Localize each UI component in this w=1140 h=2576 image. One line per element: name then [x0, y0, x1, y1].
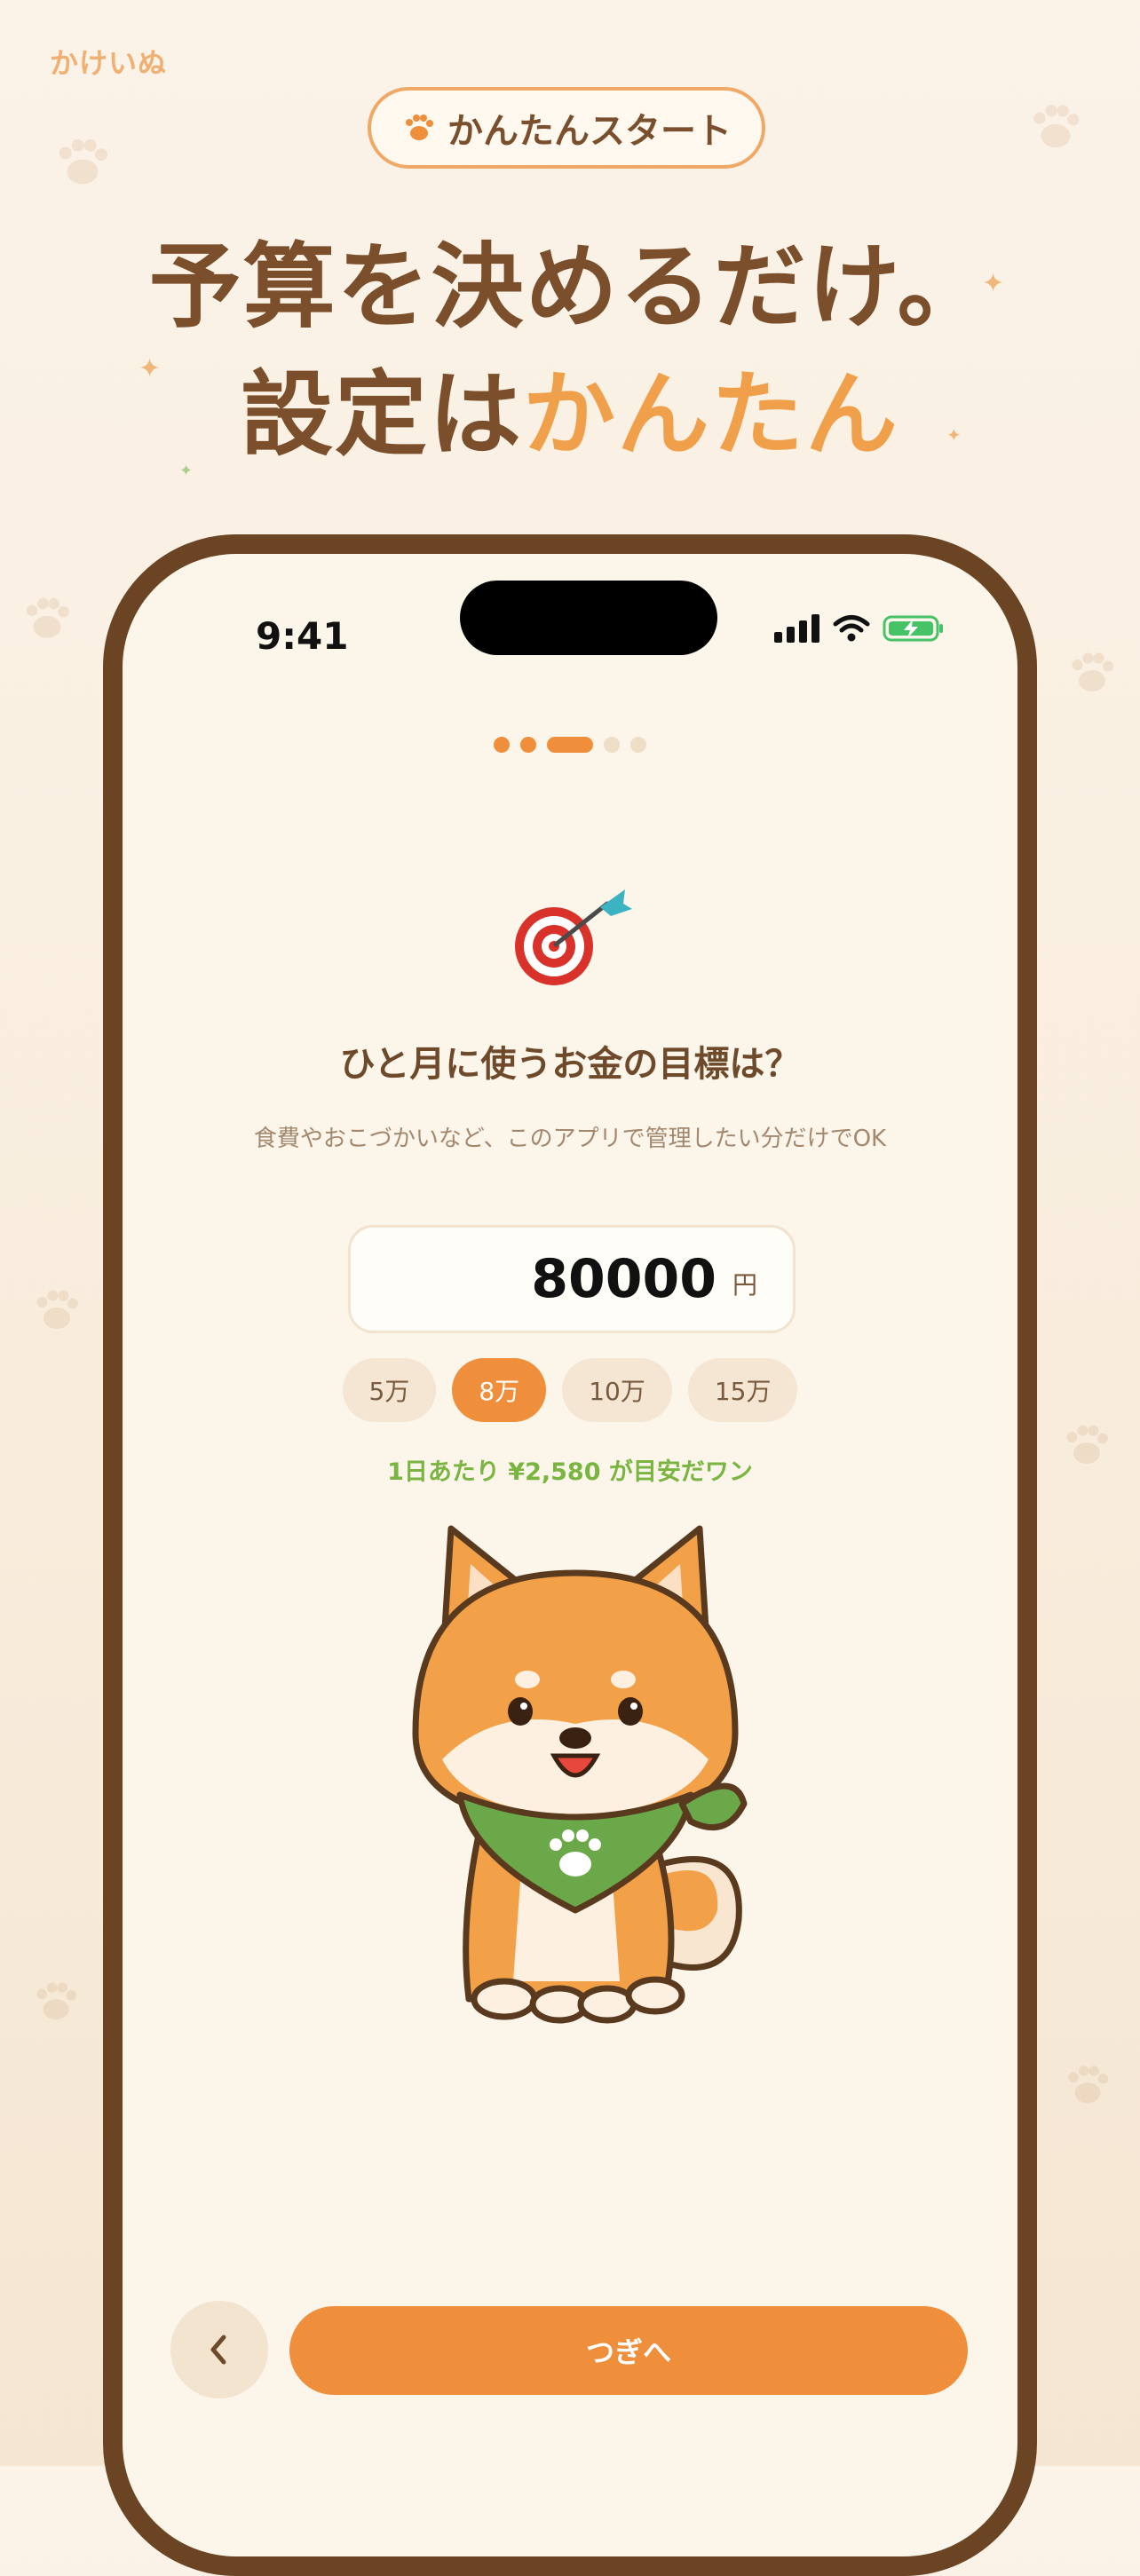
preset-chip-5man[interactable]: 5万	[342, 1358, 437, 1422]
preset-chip-10man[interactable]: 10万	[562, 1358, 672, 1422]
progress-dot	[520, 737, 536, 753]
target-dart-icon	[515, 889, 632, 985]
progress-dot	[630, 737, 646, 753]
dynamic-island	[460, 581, 717, 655]
paw-icon	[1068, 2066, 1109, 2104]
easy-start-badge: かんたんスタート	[368, 87, 765, 169]
headline-line-2: 設定はかんたん	[0, 339, 1140, 473]
paw-icon	[26, 597, 69, 638]
headline-prefix: 設定は	[240, 360, 523, 469]
next-button[interactable]: つぎへ	[289, 2306, 968, 2395]
per-day-estimate: 1日あたり ¥2,580 が目安だワン	[387, 1458, 753, 1486]
progress-dot	[604, 737, 620, 753]
paw-icon	[59, 138, 107, 185]
progress-dots	[123, 737, 1017, 753]
preset-chip-8man[interactable]: 8万	[452, 1358, 547, 1422]
back-button[interactable]	[170, 2301, 268, 2398]
paw-icon	[36, 1290, 78, 1329]
battery-icon	[883, 615, 943, 642]
status-icons	[774, 614, 945, 643]
paw-icon	[1033, 105, 1080, 148]
budget-input[interactable]: 80000 円	[348, 1225, 796, 1333]
progress-dot	[494, 737, 510, 753]
paw-icon	[1072, 652, 1113, 691]
preset-chip-15man[interactable]: 15万	[687, 1358, 798, 1422]
paw-icon	[1066, 1425, 1108, 1464]
badge-label: かんたんスタート	[447, 111, 732, 152]
budget-value: 80000	[531, 1248, 716, 1310]
phone-frame: 9:41 ひと月に使うお金の目標は？ 食費やおこづかいなど、このアプリで管理した…	[103, 534, 1037, 2576]
currency-unit: 円	[732, 1270, 757, 1300]
chevron-left-icon	[210, 2335, 226, 2365]
status-time: 9:41	[256, 614, 349, 658]
question-title: ひと月に使うお金の目標は？	[339, 1044, 801, 1085]
wifi-icon	[833, 615, 870, 642]
paw-icon	[36, 1982, 77, 2020]
headline-accent: かんたん	[523, 360, 900, 469]
brand-logo: かけいぬ	[50, 46, 168, 80]
progress-dot-active	[547, 737, 593, 753]
shiba-dog-mascot	[412, 1525, 748, 2024]
headline-line-1: 予算を決めるだけ。	[148, 233, 992, 341]
question-hint: 食費やおこづかいなど、このアプリで管理したい分だけでOK	[253, 1126, 887, 1152]
paw-icon	[406, 115, 433, 140]
signal-icon	[774, 614, 819, 643]
preset-chips: 5万 8万 10万 15万	[123, 1358, 1017, 1422]
